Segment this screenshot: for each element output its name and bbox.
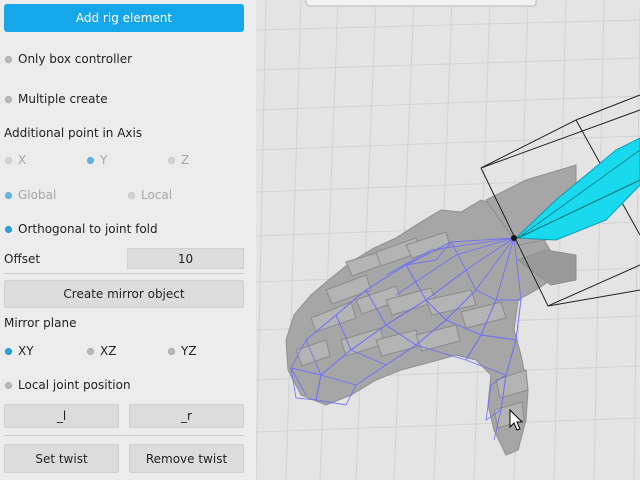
offset-label: Offset	[4, 252, 41, 266]
3d-viewport[interactable]	[256, 0, 640, 480]
axis-z-label: Z	[181, 153, 190, 167]
multiple-create-label: Multiple create	[18, 92, 108, 106]
yz-label: YZ	[181, 344, 197, 358]
radio-icon	[128, 191, 135, 199]
local-label: Local	[141, 188, 173, 202]
divider	[4, 273, 244, 274]
rig-tool-panel: Add rig element Only box controller Mult…	[0, 0, 256, 480]
offset-field[interactable]: 10	[127, 248, 244, 269]
joint-pivot	[511, 235, 517, 241]
radio-selected-icon	[5, 191, 12, 199]
radio-icon	[5, 95, 12, 103]
mirror-plane-option-xy[interactable]: XY	[5, 344, 34, 358]
mirror-plane-heading: Mirror plane	[4, 316, 77, 330]
radio-icon	[168, 347, 175, 355]
orthogonal-to-joint-fold-toggle[interactable]: Orthogonal to joint fold	[5, 222, 158, 236]
set-twist-button[interactable]: Set twist	[4, 444, 119, 473]
local-joint-position-toggle[interactable]: Local joint position	[5, 378, 131, 392]
axis-y-label: Y	[100, 153, 108, 167]
only-box-controller-toggle[interactable]: Only box controller	[5, 52, 132, 66]
suffix-left-button[interactable]: _l	[4, 404, 119, 428]
local-joint-position-label: Local joint position	[18, 378, 131, 392]
axis-option-y[interactable]: Y	[87, 153, 107, 167]
divider	[4, 435, 244, 436]
global-label: Global	[18, 188, 57, 202]
radio-icon	[168, 156, 175, 164]
xy-label: XY	[18, 344, 34, 358]
space-option-local[interactable]: Local	[128, 188, 172, 202]
radio-icon	[87, 347, 94, 355]
radio-icon	[5, 156, 12, 164]
radio-selected-icon	[87, 156, 94, 164]
mirror-plane-option-xz[interactable]: XZ	[87, 344, 116, 358]
radio-icon	[5, 381, 12, 389]
orthogonal-label: Orthogonal to joint fold	[18, 222, 158, 236]
radio-selected-icon	[5, 347, 12, 355]
suffix-right-button[interactable]: _r	[129, 404, 244, 428]
viewport-scene	[256, 0, 640, 480]
only-box-controller-label: Only box controller	[18, 52, 133, 66]
radio-icon	[5, 55, 12, 63]
additional-point-heading: Additional point in Axis	[4, 126, 143, 140]
space-option-global[interactable]: Global	[5, 188, 56, 202]
radio-selected-icon	[5, 225, 12, 233]
mirror-plane-option-yz[interactable]: YZ	[168, 344, 197, 358]
viewport-toolbar	[305, 0, 537, 7]
multiple-create-toggle[interactable]: Multiple create	[5, 92, 108, 106]
xz-label: XZ	[100, 344, 117, 358]
add-rig-element-button[interactable]: Add rig element	[4, 4, 244, 32]
create-mirror-object-button[interactable]: Create mirror object	[4, 280, 244, 308]
remove-twist-button[interactable]: Remove twist	[129, 444, 244, 473]
axis-option-x[interactable]: X	[5, 153, 26, 167]
axis-x-label: X	[18, 153, 27, 167]
axis-option-z[interactable]: Z	[168, 153, 189, 167]
